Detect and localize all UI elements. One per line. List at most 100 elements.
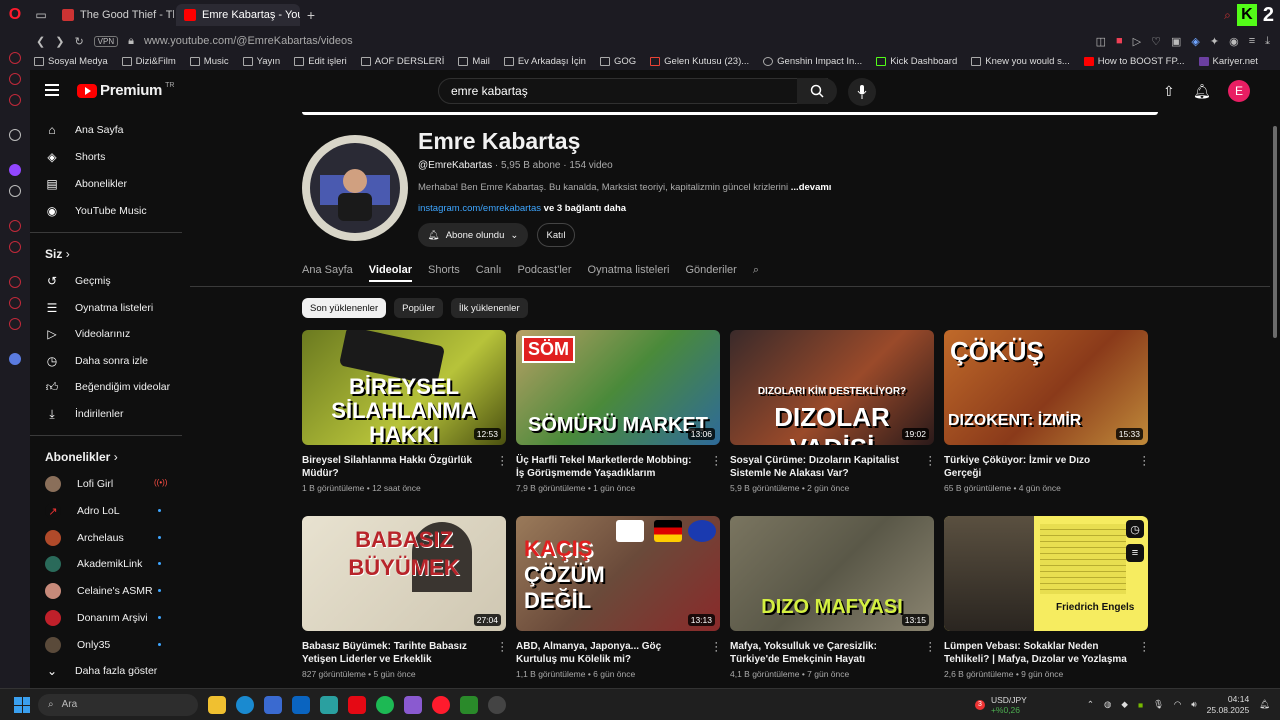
extensions-icon[interactable] <box>9 297 21 309</box>
bookmark[interactable]: AOF DERSLERİ <box>360 56 444 67</box>
page-scrollbar[interactable] <box>1270 70 1280 688</box>
subscribed-button[interactable]: 🔔︎ Abone olundu ⌄ <box>418 223 528 247</box>
pinned-app-icon[interactable] <box>9 353 21 365</box>
bookmark[interactable]: Gelen Kutusu (23)... <box>650 56 749 67</box>
video-thumbnail[interactable]: Friedrich Engels ◷ ≡ <box>944 516 1148 631</box>
notifications-icon[interactable]: 🔔︎ <box>1193 83 1211 100</box>
copilot-icon[interactable] <box>404 695 422 714</box>
channel-links[interactable]: instagram.com/emrekabartas ve 3 bağlantı… <box>418 203 626 214</box>
history-icon[interactable] <box>9 220 21 232</box>
x-icon[interactable] <box>9 185 21 197</box>
channel-description[interactable]: Merhaba! Ben Emre Kabartaş. Bu kanalda, … <box>418 182 831 193</box>
sub-akademiklink[interactable]: AkademikLink <box>45 556 142 572</box>
spotify-icon[interactable] <box>376 695 394 714</box>
channel-avatar-large[interactable] <box>302 135 408 241</box>
extensions-icon[interactable]: ✦ <box>1210 35 1219 48</box>
outlook-icon[interactable] <box>292 695 310 714</box>
more-actions-icon[interactable]: · · · <box>928 638 932 657</box>
video-card[interactable]: BABASIZ BÜYÜMEK 27:04 Babasız Büyümek: T… <box>302 516 506 679</box>
notifications-icon[interactable]: 🔔︎ <box>1259 699 1270 710</box>
heart-icon[interactable]: ♡ <box>1151 35 1161 48</box>
bookmark[interactable]: GOG <box>599 56 636 67</box>
more-actions-icon[interactable]: · · · <box>500 452 504 471</box>
tab-home[interactable]: Ana Sayfa <box>302 264 353 282</box>
app-icon[interactable] <box>460 695 478 714</box>
camera-icon[interactable]: ◫ <box>1096 35 1106 48</box>
tab-shorts[interactable]: Shorts <box>428 264 460 282</box>
channel-search-icon[interactable]: ⌕ <box>753 264 759 282</box>
tab-playlists[interactable]: Oynatma listeleri <box>588 264 670 282</box>
chevron-up-icon[interactable]: ⌃ <box>1087 699 1094 710</box>
clock-icon[interactable] <box>9 276 21 288</box>
reload-icon[interactable]: ↻ <box>74 35 83 48</box>
video-card[interactable]: ÇÖKÜŞ DIZOKENT: İZMİR 15:33 Türkiye Çökü… <box>944 330 1148 493</box>
search-tabs-icon[interactable]: ⌕ <box>1224 8 1231 23</box>
nav-liked-videos[interactable]: 👍︎ Beğendiğim videolar <box>45 380 170 394</box>
wifi-icon[interactable]: ◠ <box>1174 699 1181 710</box>
nav-subscriptions[interactable]: ▤ Abonelikler <box>45 177 127 191</box>
chip-latest[interactable]: Son yüklenenler <box>302 298 387 318</box>
speaker-icon[interactable]: 🔊︎ <box>1191 699 1196 710</box>
video-card[interactable]: DIZO MAFYASI 13:15 Mafya, Yoksulluk ve Ç… <box>730 516 934 679</box>
tab-podcasts[interactable]: Podcast'ler <box>517 264 571 282</box>
video-thumbnail[interactable]: KAÇIŞ ÇÖZÜM DEĞİL 13:13 <box>516 516 720 631</box>
video-thumbnail[interactable]: DIZO MAFYASI 13:15 <box>730 516 934 631</box>
chip-popular[interactable]: Popüler <box>394 298 443 318</box>
pocket-icon[interactable]: ■ <box>1116 35 1123 48</box>
search-input[interactable]: emre kabartaş ✕ <box>438 78 828 104</box>
forward-icon[interactable]: ❯ <box>55 35 64 48</box>
video-title[interactable]: Sosyal Çürüme: Dızoların Kapitalist Sist… <box>730 454 934 480</box>
watch-later-icon[interactable]: ◷ <box>1126 520 1144 538</box>
netflix-icon[interactable] <box>348 695 366 714</box>
menu-icon[interactable]: ≡ <box>1249 35 1255 48</box>
profile-icon[interactable]: ◉ <box>1229 35 1239 48</box>
opera-logo-icon[interactable]: O <box>0 0 30 30</box>
bookmark[interactable]: Mail <box>458 56 490 67</box>
store-icon[interactable] <box>264 695 282 714</box>
add-to-queue-icon[interactable]: ≡ <box>1126 544 1144 562</box>
menu-icon[interactable] <box>45 84 59 96</box>
more-links[interactable]: ve 3 bağlantı daha <box>541 203 626 214</box>
sub-archelaus[interactable]: Archelaus <box>45 530 124 546</box>
start-button[interactable] <box>14 697 30 713</box>
bookmark[interactable]: Sosyal Medya <box>34 56 108 67</box>
bookmark[interactable]: Music <box>189 56 229 67</box>
translate-icon[interactable]: ◈ <box>1191 35 1199 48</box>
scrollbar-thumb[interactable] <box>1273 126 1277 338</box>
bookmark[interactable]: Kariyer.net <box>1198 56 1258 67</box>
url-field[interactable]: www.youtube.com/@EmreKabartas/videos <box>144 35 353 47</box>
messenger-icon[interactable] <box>9 94 21 106</box>
nav-shorts[interactable]: ◈ Shorts <box>45 150 105 164</box>
sub-only35[interactable]: Only35 <box>45 637 110 653</box>
bookmark[interactable]: Kick Dashboard <box>876 56 957 67</box>
player-icon[interactable] <box>9 73 21 85</box>
nav-watch-later[interactable]: ◷ Daha sonra izle <box>45 354 148 368</box>
app-tray-icon[interactable]: ◆ <box>1121 699 1128 710</box>
kick-logo-icon[interactable]: K <box>1236 4 1257 26</box>
back-icon[interactable]: ❮ <box>36 35 45 48</box>
bookmark[interactable]: How to BOOST FP... <box>1083 56 1185 67</box>
more-actions-icon[interactable]: · · · <box>928 452 932 471</box>
video-thumbnail[interactable]: ÇÖKÜŞ DIZOKENT: İZMİR 15:33 <box>944 330 1148 445</box>
opera-icon[interactable] <box>432 695 450 714</box>
sub-adro-lol[interactable]: ↗ Adro LoL <box>45 503 120 519</box>
video-title[interactable]: Lümpen Vebası: Sokaklar Neden Tehlikeli?… <box>944 640 1148 666</box>
instagram-link[interactable]: instagram.com/emrekabartas <box>418 203 541 214</box>
upload-icon[interactable]: ⇧ <box>1163 83 1175 100</box>
file-explorer-icon[interactable] <box>208 695 226 714</box>
tab-good-thief[interactable]: The Good Thief - The Offi <box>54 4 174 26</box>
twitch-icon[interactable] <box>9 164 21 176</box>
bookmark[interactable]: Knew you would s... <box>971 56 1070 67</box>
download-icon[interactable]: ⤓ <box>1265 35 1270 48</box>
video-card[interactable]: SÖM SÖMÜRÜ MARKET 13:06 Üç Harfli Tekel … <box>516 330 720 493</box>
bookmark[interactable]: Yayın <box>242 56 280 67</box>
mic-icon[interactable]: 🎙︎ <box>1153 699 1164 710</box>
video-title[interactable]: Üç Harfli Tekel Marketlerde Mobbing: İş … <box>516 454 720 480</box>
nav-your-videos[interactable]: ▷ Videolarınız <box>45 327 130 341</box>
bookmark[interactable]: Dizi&Film <box>121 56 176 67</box>
clock[interactable]: 04:14 25.08.2025 <box>1207 694 1250 716</box>
nav-home[interactable]: ⌂ Ana Sayfa <box>45 123 123 137</box>
account-avatar[interactable]: E <box>1228 80 1250 102</box>
video-title[interactable]: Babasız Büyümek: Tarihte Babasız Yetişen… <box>302 640 506 666</box>
play-icon[interactable]: ▷ <box>1133 35 1141 48</box>
